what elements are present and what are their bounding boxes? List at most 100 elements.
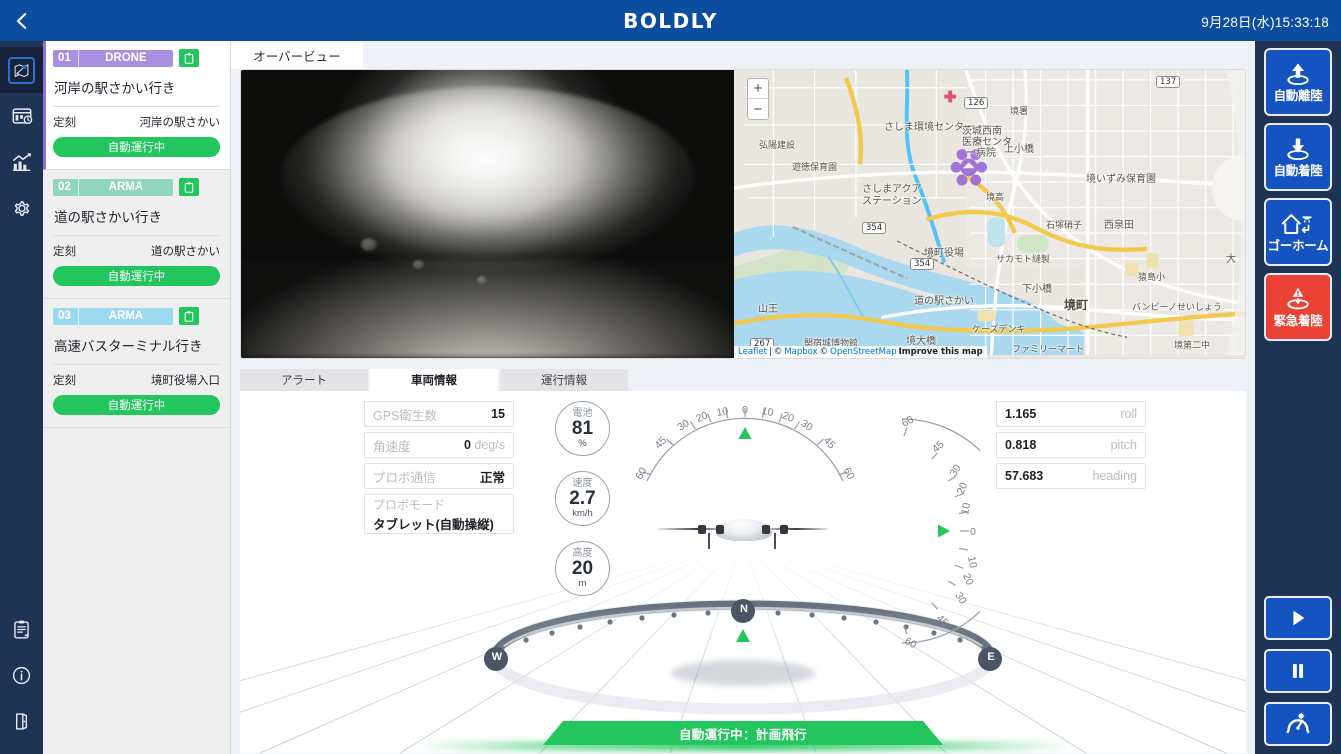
- readout-value: 1.165: [1005, 407, 1037, 421]
- panel-wrapper: + − さしま環境センター 茨城西南 医療センタ ー病院 弘陽建設 遊徳保育園 …: [231, 69, 1255, 753]
- tab-alerts[interactable]: アラート: [240, 369, 368, 391]
- svg-text:45: 45: [652, 434, 669, 451]
- compass-west-label: W: [491, 651, 503, 663]
- field-label: 角速度: [373, 439, 411, 454]
- play-button[interactable]: [1264, 596, 1332, 640]
- button-label: 自動着陸: [1273, 164, 1323, 179]
- attribution-improve-link[interactable]: Improve this map: [899, 347, 983, 357]
- field-propo-comm: プロボ通信 正常: [364, 463, 514, 489]
- drone-motor: [698, 525, 706, 534]
- mission-tag: 03 ARMA: [53, 307, 173, 325]
- mission-header: 03 ARMA: [53, 307, 220, 325]
- mission-vehicle: ARMA: [108, 181, 144, 193]
- mission-clipboard-button[interactable]: [179, 178, 199, 196]
- sidebar-item-schedule[interactable]: [0, 93, 43, 139]
- field-value: 15: [491, 407, 505, 421]
- sidebar-item-map[interactable]: [0, 47, 43, 93]
- sidebar-item-analytics[interactable]: [0, 139, 43, 185]
- analytics-icon: [11, 151, 33, 173]
- svg-text:30: 30: [798, 417, 814, 434]
- field-value: タブレット(自動操縦): [373, 517, 494, 532]
- pause-button[interactable]: [1264, 649, 1332, 693]
- gauge-value: 20: [571, 557, 594, 579]
- sidebar-item-logout[interactable]: [0, 698, 43, 744]
- mission-card-02[interactable]: 02 ARMA 道の駅さかい行き 定刻 道の駅さかい 自動運行中: [43, 170, 230, 299]
- drone-motor: [762, 525, 770, 534]
- route-shield: 126: [964, 97, 989, 109]
- auto-landing-button[interactable]: 自動着陸: [1264, 123, 1332, 191]
- tab-overview[interactable]: オーバービュー: [231, 42, 363, 69]
- camera-artifact: [413, 260, 424, 269]
- field-propo-mode: プロボモード タブレット(自動操縦): [364, 494, 514, 534]
- overview-tabbar: オーバービュー: [231, 41, 1255, 69]
- gauge-speed: 速度 2.7 km/h: [555, 471, 610, 526]
- mission-card-01[interactable]: 01 DRONE 河岸の駅さかい行き 定刻 河岸の駅さかい 自動運行中: [43, 41, 230, 170]
- map-view[interactable]: + − さしま環境センター 茨城西南 医療センタ ー病院 弘陽建設 遊徳保育園 …: [734, 70, 1245, 358]
- compass-north-label: N: [740, 603, 748, 615]
- map-zoom-in-button[interactable]: +: [748, 79, 768, 99]
- mission-clipboard-button[interactable]: [179, 307, 199, 325]
- mission-schedule-row: 定刻 境町役場入口: [53, 372, 220, 388]
- mission-tag: 02 ARMA: [53, 178, 173, 196]
- drone-motor: [716, 525, 724, 534]
- auto-takeoff-button[interactable]: 自動離陸: [1264, 48, 1332, 116]
- sidebar-item-settings[interactable]: [0, 185, 43, 231]
- svg-text:20: 20: [955, 481, 971, 496]
- svg-text:20: 20: [694, 409, 709, 425]
- tab-vehicle-info[interactable]: 車両情報: [370, 369, 498, 391]
- divider: [53, 106, 220, 107]
- sidebar-item-reports[interactable]: [0, 606, 43, 652]
- field-label: プロボ通信: [373, 470, 436, 485]
- go-home-button[interactable]: ゴーホーム: [1264, 198, 1332, 266]
- copyright-icon: ©: [773, 347, 783, 357]
- gauge-unit: %: [578, 437, 587, 449]
- mission-card-03[interactable]: 03 ARMA 高速バスターミナル行き 定刻 境町役場入口 自動運行中: [43, 299, 230, 428]
- readout-label: pitch: [1110, 438, 1137, 452]
- mission-clipboard-button[interactable]: [179, 49, 199, 67]
- roll-indicator: 0 10 10 20 20 30 30 45 45 60 60: [635, 404, 855, 482]
- mission-number: 03: [58, 310, 71, 322]
- map-zoom-controls: + −: [747, 78, 769, 120]
- mission-schedule-row: 定刻 道の駅さかい: [53, 243, 220, 259]
- mission-number: 02: [58, 181, 71, 193]
- info-tabs: アラート 車両情報 運行情報: [240, 369, 1246, 391]
- attribution-leaflet-link[interactable]: Leaflet: [738, 347, 767, 357]
- attribution-osm-link[interactable]: OpenStreetMap: [830, 347, 896, 357]
- vehicle-info-fields: GPS衛生数 15 角速度 0 deg/s プロボ通信 正常 プロボモード タブ…: [364, 401, 514, 539]
- route-shield: 354: [910, 258, 935, 270]
- gauge-altitude: 高度 20 m: [555, 541, 610, 596]
- destination-label: 河岸の駅さかい: [139, 117, 221, 129]
- clock-text: 9月28日(水)15:33:18: [1201, 14, 1329, 30]
- field-angular-velocity: 角速度 0 deg/s: [364, 432, 514, 458]
- readout-roll: 1.165 roll: [996, 401, 1146, 427]
- gauge-unit: km/h: [572, 507, 593, 519]
- speed-button[interactable]: [1264, 702, 1332, 746]
- gauge-value: 2.7: [569, 487, 596, 509]
- sidebar-item-info[interactable]: [0, 652, 43, 698]
- destination-label: 道の駅さかい: [151, 246, 220, 258]
- svg-text:10: 10: [959, 502, 973, 516]
- field-value: 0 deg/s: [464, 438, 505, 452]
- mission-schedule-row: 定刻 河岸の駅さかい: [53, 114, 220, 130]
- mission-status-button[interactable]: 自動運行中: [53, 137, 220, 157]
- gauge-battery: 電池 81 %: [555, 401, 610, 456]
- mission-status-button[interactable]: 自動運行中: [53, 266, 220, 286]
- pitch-indicator: 0 10 10 20 20 30 30 45 45 60 60: [900, 413, 980, 651]
- back-button[interactable]: [0, 0, 44, 41]
- map-zoom-out-button[interactable]: −: [748, 99, 768, 119]
- mission-header: 02 ARMA: [53, 178, 220, 196]
- readout-value: 57.683: [1005, 469, 1044, 483]
- readout-pitch: 0.818 pitch: [996, 432, 1146, 458]
- emergency-landing-button[interactable]: 緊急着陸: [1264, 273, 1332, 341]
- attribution-mapbox-link[interactable]: Mapbox: [784, 347, 817, 357]
- action-rail: 自動離陸 自動着陸 ゴーホーム 緊急着陸: [1255, 41, 1341, 754]
- mission-status-button[interactable]: 自動運行中: [53, 395, 220, 415]
- svg-text:45: 45: [930, 438, 947, 455]
- destination-label: 境町役場入口: [151, 375, 220, 387]
- gauge-value: 81: [571, 417, 594, 439]
- emergency-landing-icon: [1287, 288, 1309, 310]
- readout-label: roll: [1120, 407, 1137, 421]
- tab-operation-info[interactable]: 運行情報: [500, 369, 628, 391]
- camera-artifact: [477, 276, 486, 284]
- camera-feed[interactable]: [241, 70, 734, 358]
